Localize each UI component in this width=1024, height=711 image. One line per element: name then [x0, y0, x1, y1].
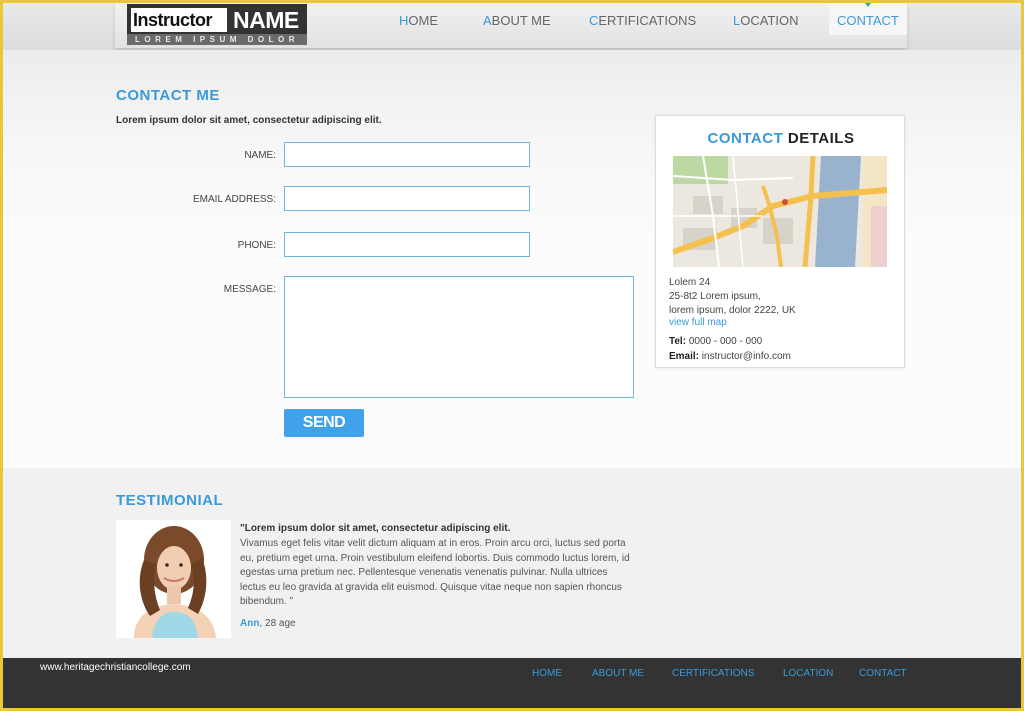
- contact-title: CONTACT ME: [116, 87, 220, 104]
- details-title-dark: DETAILS: [787, 130, 855, 147]
- message-label: MESSAGE:: [223, 284, 276, 295]
- email-label-text: Email:: [669, 351, 700, 362]
- contact-intro: Lorem ipsum dolor sit amet, consectetur …: [116, 115, 382, 126]
- send-button[interactable]: SEND: [284, 409, 364, 437]
- map-graphic: [673, 156, 887, 267]
- footer: www.heritagechristiancollege.com HOME AB…: [3, 658, 1021, 708]
- email-field[interactable]: [284, 186, 530, 211]
- contact-section: CONTACT ME Lorem ipsum dolor sit amet, c…: [3, 50, 1021, 468]
- nav-cert-label: ERTIFICATIONS: [598, 13, 697, 28]
- footer-link-certifications[interactable]: CERTIFICATIONS: [672, 668, 754, 679]
- contact-details-card: CONTACT DETAILS Lolem 24 25-8t2 Lorem ip…: [655, 115, 905, 368]
- nav-about-me[interactable]: ABOUT ME: [483, 13, 551, 33]
- nav-location-label: OCATION: [740, 13, 799, 28]
- nav-certifications[interactable]: CERTIFICATIONS: [589, 13, 696, 33]
- active-caret-icon: [864, 3, 871, 7]
- name-field[interactable]: [284, 142, 530, 167]
- nav-cert-initial: C: [589, 13, 599, 28]
- address-line-1: Lolem 24: [669, 277, 711, 288]
- message-field[interactable]: [284, 276, 634, 398]
- testimonial-section: TESTIMONIAL "Lorem ipsum dolor sit amet,…: [3, 468, 1021, 658]
- nav-home[interactable]: HOME: [399, 13, 438, 33]
- nav-contact-label: CONTACT: [837, 13, 899, 28]
- tel-label: Tel:: [669, 336, 687, 347]
- footer-link-home[interactable]: HOME: [532, 668, 562, 679]
- details-title: CONTACT DETAILS: [656, 130, 906, 147]
- testimonial-author: Ann, 28 age: [240, 618, 296, 629]
- details-title-blue: CONTACT: [707, 130, 784, 147]
- author-name[interactable]: Ann: [240, 618, 259, 629]
- header-bar: Instructor NAME LOREM IPSUM DOLOR HOME A…: [3, 3, 1021, 50]
- nav-about-label: BOUT ME: [491, 13, 551, 28]
- testimonial-photo: [116, 520, 231, 638]
- address-line-3: lorem ipsum, dolor 2222, UK: [669, 305, 796, 316]
- main-nav: HOME ABOUT ME CERTIFICATIONS LOCATION CO…: [3, 3, 1021, 48]
- page-frame: Instructor NAME LOREM IPSUM DOLOR HOME A…: [3, 3, 1021, 708]
- name-label: NAME:: [244, 150, 276, 161]
- testimonial-body: Vivamus eget felis vitae velit dictum al…: [240, 538, 630, 607]
- phone-label: PHONE:: [237, 240, 276, 251]
- footer-link-contact[interactable]: CONTACT: [859, 668, 907, 679]
- view-full-map-link[interactable]: view full map: [669, 317, 727, 328]
- footer-url: www.heritagechristiancollege.com: [40, 662, 191, 673]
- author-meta: , 28 age: [259, 618, 296, 629]
- portrait-image: [116, 520, 231, 638]
- testimonial-title: TESTIMONIAL: [116, 492, 224, 509]
- footer-link-about-me[interactable]: ABOUT ME: [592, 668, 644, 679]
- nav-home-initial: H: [399, 13, 409, 28]
- nav-home-label: OME: [408, 13, 439, 28]
- tel-value: 0000 - 000 - 000: [688, 336, 763, 347]
- tel-line: Tel: 0000 - 000 - 000: [669, 336, 762, 347]
- email-value: instructor@info.com: [701, 351, 791, 362]
- email-line: Email: instructor@info.com: [669, 351, 791, 362]
- nav-contact[interactable]: CONTACT: [829, 3, 907, 35]
- email-label: EMAIL ADDRESS:: [193, 194, 276, 205]
- address-line-2: 25-8t2 Lorem ipsum,: [669, 291, 761, 302]
- footer-link-location[interactable]: LOCATION: [783, 668, 833, 679]
- nav-location[interactable]: LOCATION: [733, 13, 799, 33]
- phone-field[interactable]: [284, 232, 530, 257]
- testimonial-lead: "Lorem ipsum dolor sit amet, consectetur…: [240, 523, 511, 534]
- location-map[interactable]: [673, 156, 887, 267]
- nav-about-initial: A: [483, 13, 492, 28]
